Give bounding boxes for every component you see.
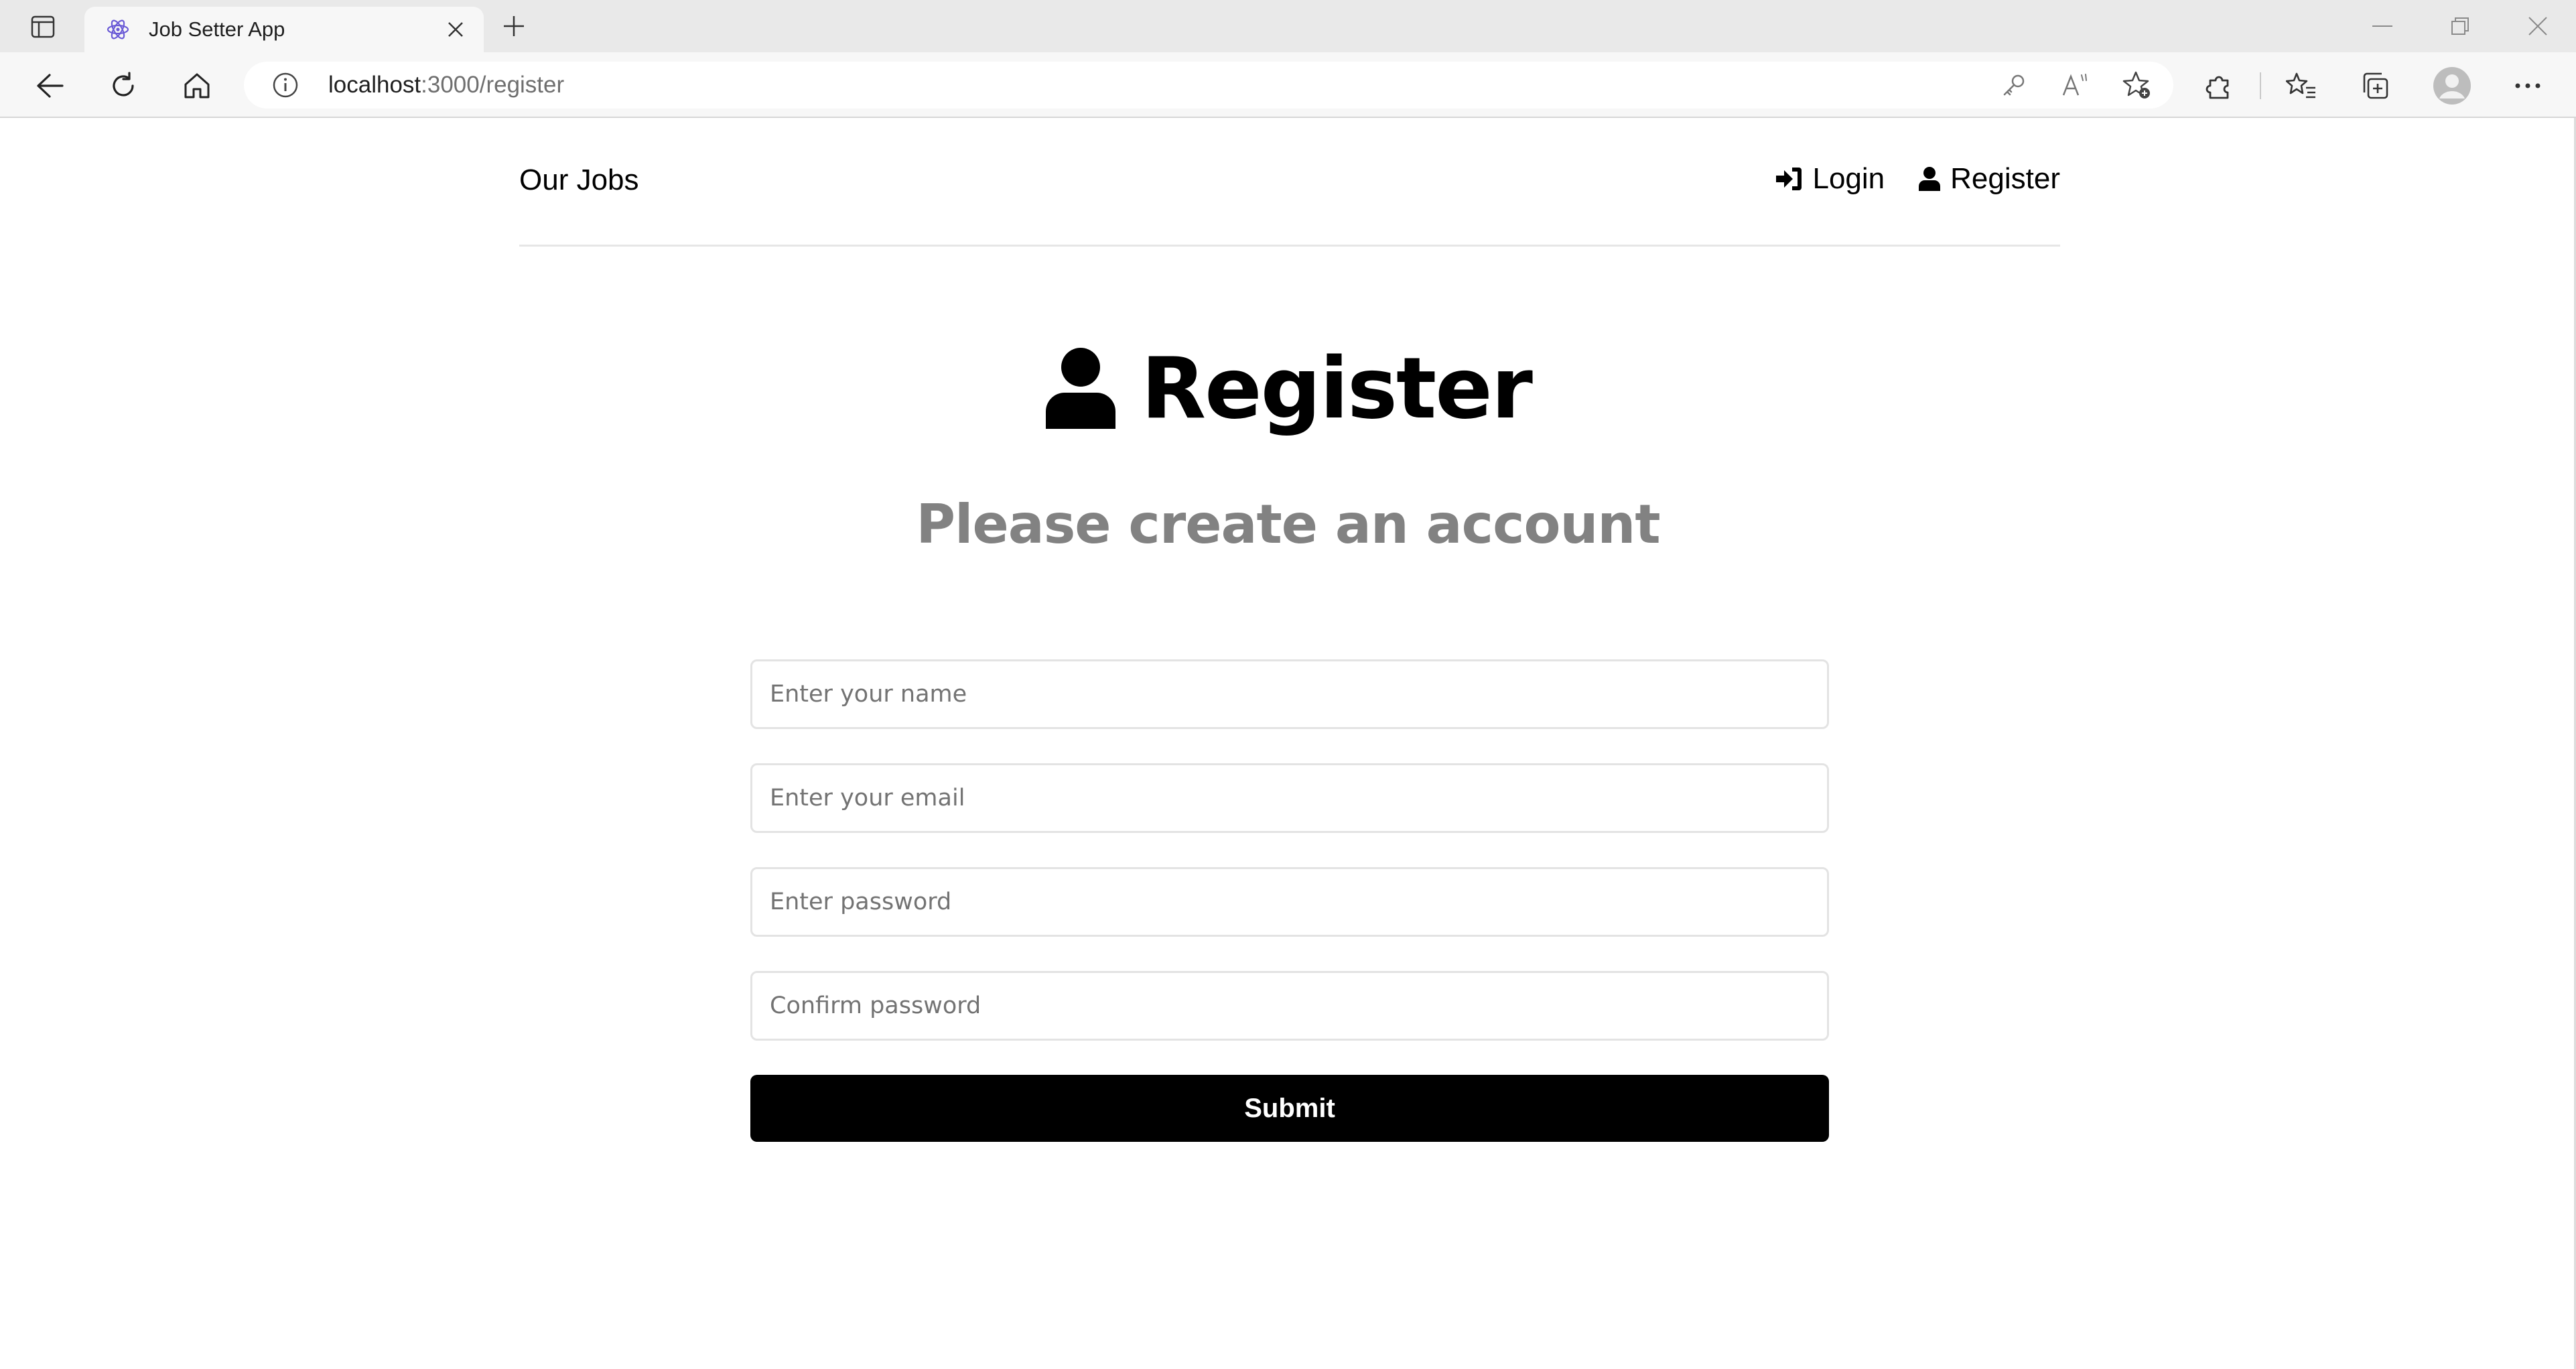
site-info-icon[interactable] xyxy=(271,70,300,100)
page-subtitle: Please create an account xyxy=(916,493,1660,556)
site-header: Our Jobs Login Register xyxy=(519,118,2060,247)
favorites-icon[interactable] xyxy=(2283,67,2320,105)
password-key-icon[interactable] xyxy=(1999,70,2029,100)
refresh-icon[interactable] xyxy=(105,67,142,105)
browser-tab[interactable]: Job Setter App xyxy=(84,7,484,52)
tab-title: Job Setter App xyxy=(149,17,285,41)
new-tab-icon[interactable] xyxy=(497,9,531,43)
close-window-icon[interactable] xyxy=(2518,11,2558,42)
url-host: localhost xyxy=(328,72,421,98)
page-title: Register xyxy=(0,339,2576,438)
password-input[interactable] xyxy=(750,867,1829,937)
home-icon[interactable] xyxy=(178,67,216,105)
toolbar-separator xyxy=(2260,72,2261,99)
register-label: Register xyxy=(1950,162,2060,195)
register-form: Submit xyxy=(750,659,1829,1142)
profile-avatar-icon[interactable] xyxy=(2432,66,2472,106)
nav-links: Login Register xyxy=(1741,162,2060,196)
react-logo-icon xyxy=(105,16,131,43)
brand-link[interactable]: Our Jobs xyxy=(519,164,639,197)
login-link[interactable]: Login xyxy=(1775,162,1885,196)
tab-actions-icon[interactable] xyxy=(27,11,59,43)
browser-toolbar: localhost:3000/register xyxy=(0,52,2576,118)
email-input[interactable] xyxy=(750,763,1829,833)
extensions-icon[interactable] xyxy=(2201,67,2238,105)
browser-tab-bar: Job Setter App xyxy=(0,0,2576,52)
restore-icon[interactable] xyxy=(2440,11,2480,42)
read-aloud-icon[interactable] xyxy=(2061,70,2090,100)
address-bar[interactable]: localhost:3000/register xyxy=(244,62,2173,109)
close-tab-icon[interactable] xyxy=(442,16,469,43)
submit-button[interactable]: Submit xyxy=(750,1075,1829,1142)
page-title-text: Register xyxy=(1141,339,1533,438)
login-label: Login xyxy=(1812,162,1885,195)
confirm-password-input[interactable] xyxy=(750,971,1829,1041)
url-text[interactable]: localhost:3000/register xyxy=(328,72,564,99)
collections-icon[interactable] xyxy=(2356,67,2394,105)
register-link[interactable]: Register xyxy=(1918,162,2060,196)
add-favorite-icon[interactable] xyxy=(2122,70,2152,100)
name-input[interactable] xyxy=(750,659,1829,729)
more-options-icon[interactable] xyxy=(2509,67,2547,105)
url-path: :3000/register xyxy=(421,72,565,98)
user-icon xyxy=(1919,167,1941,191)
user-icon xyxy=(1046,347,1116,429)
back-icon[interactable] xyxy=(31,67,68,105)
page-content: Our Jobs Login Register Register Please … xyxy=(0,118,2576,1369)
sign-in-icon xyxy=(1776,168,1802,190)
minimize-icon[interactable] xyxy=(2362,11,2402,42)
